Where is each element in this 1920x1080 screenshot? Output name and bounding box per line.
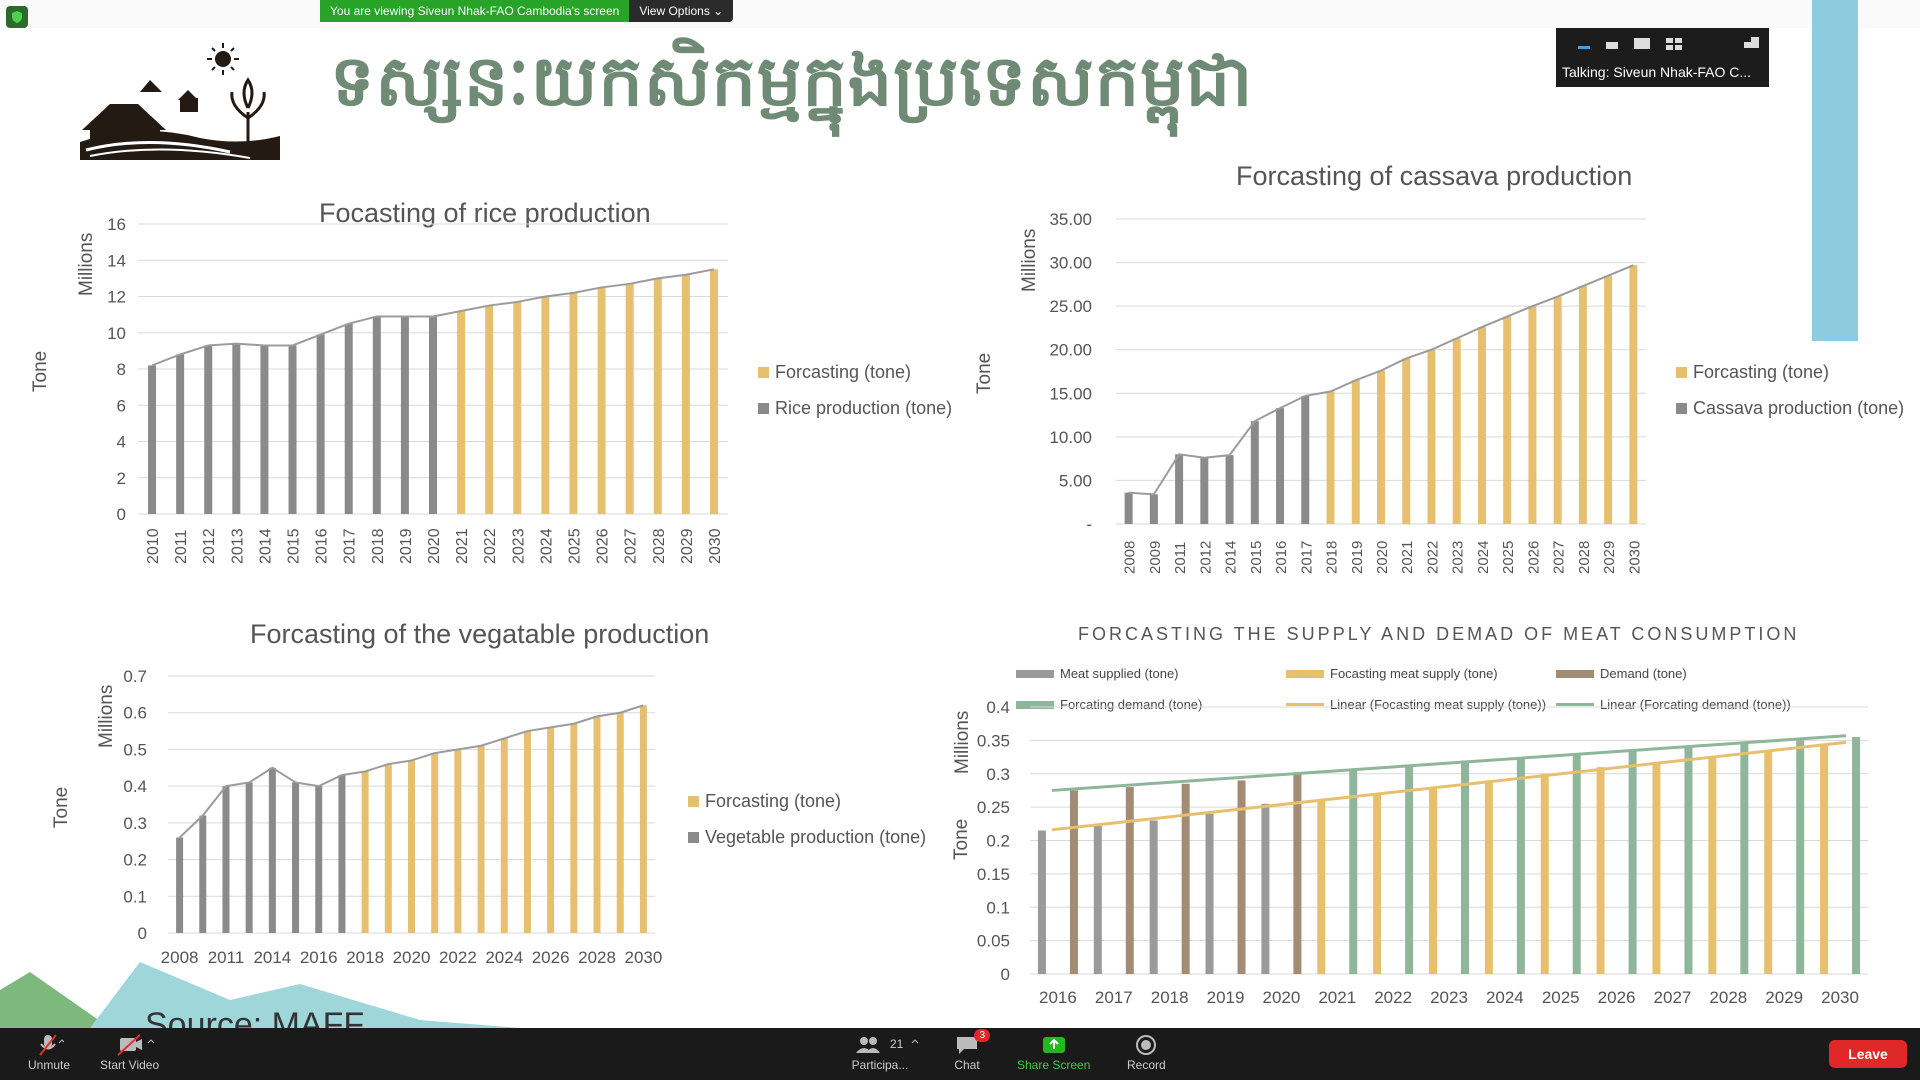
bar [1461,760,1469,974]
bar [1181,783,1190,974]
x-tick-label: 2017 [1095,988,1133,1007]
bar [1540,773,1549,974]
bar [1628,750,1637,974]
y-tick-label: 0.1 [986,898,1010,917]
bar [1373,793,1382,974]
y-tick-label: 0.05 [977,932,1010,951]
bar [1572,753,1581,974]
unmute-label: Unmute [28,1058,71,1072]
bar [1652,763,1661,974]
x-tick-label: 2025 [1542,988,1580,1007]
x-tick-label: 2022 [1374,988,1412,1007]
bar [1037,830,1046,974]
bar [1093,823,1102,974]
x-tick-label: 2016 [1039,988,1077,1007]
unmute-button[interactable]: Unmute [28,1032,70,1072]
chat-icon: 3 [952,1029,990,1058]
record-button[interactable]: Record [1127,1032,1166,1072]
y-tick-label: 0 [1001,965,1010,984]
x-tick-label: 2029 [1765,988,1803,1007]
bar [1516,757,1525,974]
x-tick-label: 2026 [1598,988,1636,1007]
bar [1820,743,1829,974]
x-tick-label: 2020 [1262,988,1300,1007]
bar [1405,767,1414,974]
chat-button[interactable]: 3 Chat [952,1029,990,1072]
bar [1429,787,1437,974]
linear-trendline [1051,740,1847,832]
x-tick-label: 2021 [1318,988,1356,1007]
bar [1261,803,1270,974]
mic-muted-icon [34,1032,65,1058]
y-tick-label: 0.3 [986,765,1010,784]
shared-screen: You are viewing Siveun Nhak-FAO Cambodia… [0,0,1920,1080]
record-icon [1131,1032,1161,1058]
x-tick-label: 2019 [1207,988,1245,1007]
participants-count: 21 [890,1037,904,1051]
y-tick-label: 0.2 [986,832,1010,851]
participants-icon: 21 [840,1032,920,1058]
x-tick-label: 2018 [1151,988,1189,1007]
video-off-icon [104,1032,156,1058]
x-tick-label: 2030 [1821,988,1859,1007]
y-tick-label: 0.4 [986,698,1010,717]
record-label: Record [1127,1058,1166,1072]
y-tick-label: 0.15 [977,865,1010,884]
bar [1740,743,1749,974]
share-screen-button[interactable]: Share Screen [1017,1032,1090,1072]
participants-label: Participa... [851,1058,909,1072]
meat-chart: 0 0.05 0.1 0.15 0.2 0.25 0.3 0.35 0.4 2016 2017 201… [977,698,1868,1007]
start-video-button[interactable]: Start Video [100,1032,159,1072]
leave-button[interactable]: Leave [1829,1040,1907,1068]
x-tick-label: 2024 [1486,988,1524,1007]
x-tick-label: 2028 [1709,988,1747,1007]
bar [1596,767,1605,974]
bar [1708,757,1717,974]
bar [1149,820,1158,974]
y-tick-label: 0.35 [977,731,1010,750]
bar [1317,800,1326,974]
bar [1484,780,1493,974]
share-screen-label: Share Screen [1017,1058,1091,1072]
share-screen-icon [1039,1032,1069,1058]
x-tick-label: 2023 [1430,988,1468,1007]
bar [1764,750,1773,974]
bar [1684,747,1693,974]
bar [1069,790,1078,974]
participants-button[interactable]: 21 Participa... [840,1032,920,1072]
bar [1205,813,1214,974]
bar [1796,740,1805,974]
chat-label: Chat [954,1058,980,1072]
x-tick-label: 2027 [1654,988,1692,1007]
y-tick-label: 0.25 [977,798,1010,817]
bar [1852,737,1861,974]
start-video-label: Start Video [100,1058,160,1072]
meeting-toolbar: Unmute Start Video 21 Participa... 3 Cha… [0,1028,1920,1080]
chat-badge: 3 [974,1029,990,1042]
bar [1125,787,1134,974]
bar [1349,770,1358,974]
linear-trendline [1051,734,1847,792]
